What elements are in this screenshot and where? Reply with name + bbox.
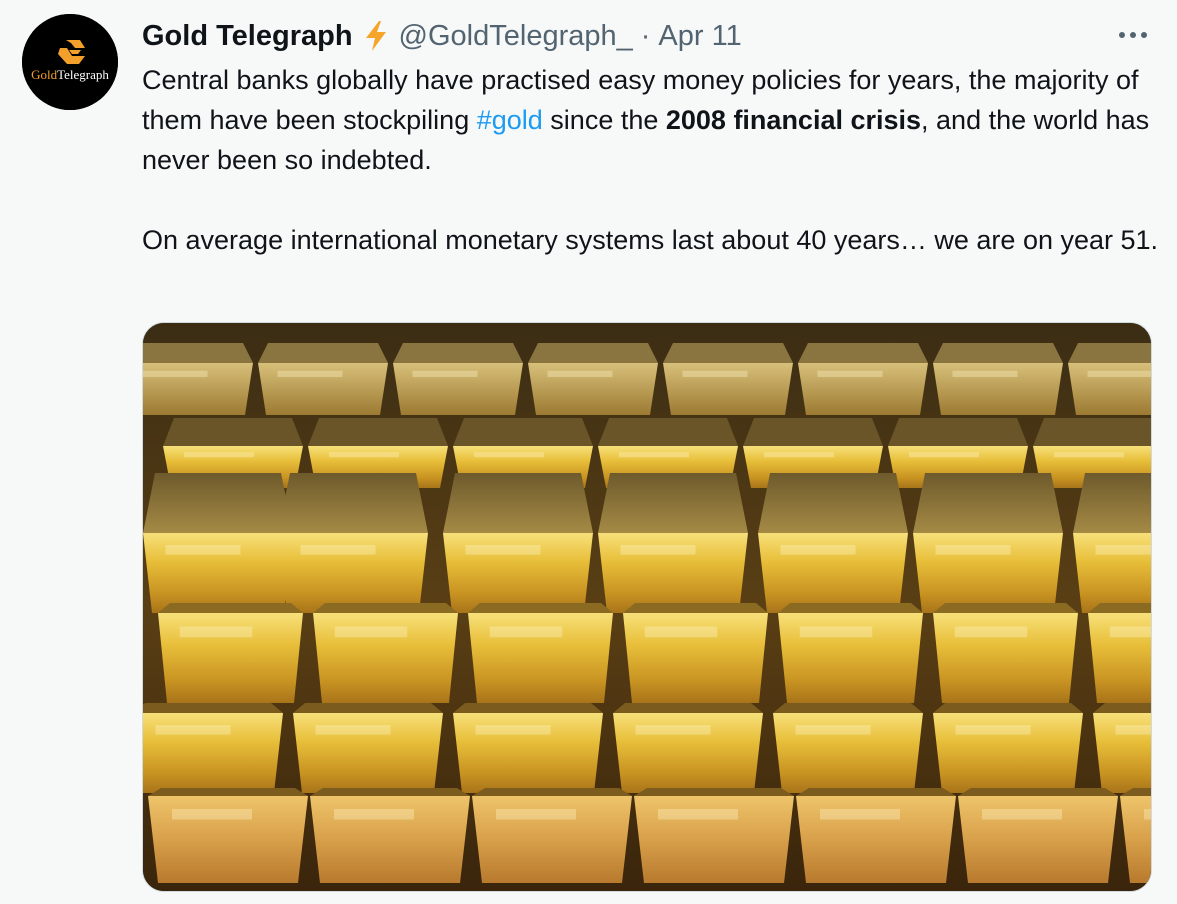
gold-bar (623, 603, 768, 703)
author-handle[interactable]: @GoldTelegraph_ (399, 18, 633, 54)
gold-bar (453, 703, 603, 793)
gold-bar (310, 788, 470, 883)
tweet-date[interactable]: Apr 11 (658, 18, 741, 54)
header-separator: · (640, 20, 651, 52)
gold-bar (958, 788, 1118, 883)
gold-telegraph-logo: GoldTelegraph (22, 14, 118, 110)
gold-bar (143, 343, 253, 415)
gold-bar (933, 703, 1083, 793)
gold-bars-photo (143, 323, 1151, 891)
tweet-text-segment: since the (542, 105, 666, 135)
gold-bar (1068, 343, 1151, 415)
gold-bar (1093, 703, 1151, 793)
gold-bar (472, 788, 632, 883)
gold-bar (293, 703, 443, 793)
gold-bar (1088, 603, 1151, 703)
gold-bar (758, 473, 908, 613)
gold-bar (143, 473, 293, 613)
gold-bar (796, 788, 956, 883)
tweet[interactable]: GoldTelegraph Gold Telegraph @GoldTelegr… (0, 0, 1177, 904)
gold-bar (528, 343, 658, 415)
author-name[interactable]: Gold Telegraph (142, 18, 353, 54)
gold-bar (663, 343, 793, 415)
gold-bar (148, 788, 308, 883)
tweet-header: Gold Telegraph @GoldTelegraph_ · Apr 11 (142, 18, 742, 54)
tweet-paragraph-1: Central banks globally have practised ea… (142, 60, 1162, 180)
gold-bar (313, 603, 458, 703)
tweet-paragraph-2: On average international monetary system… (142, 225, 1159, 255)
gold-bar (798, 343, 928, 415)
gold-bar (258, 343, 388, 415)
gold-bar (613, 703, 763, 793)
gold-bar (158, 603, 303, 703)
gold-bar (278, 473, 428, 613)
gold-bar (468, 603, 613, 703)
gold-bar (778, 603, 923, 703)
gold-bar (773, 703, 923, 793)
svg-text:GoldTelegraph: GoldTelegraph (31, 67, 109, 82)
gold-bar (393, 343, 523, 415)
more-icon[interactable] (1113, 20, 1153, 50)
bold-text: 2008 financial crisis (665, 105, 922, 135)
tweet-photo[interactable] (142, 322, 1152, 892)
gold-bar (933, 603, 1078, 703)
gold-bar (1073, 473, 1151, 613)
gold-bar (933, 343, 1063, 415)
gold-bar (143, 703, 283, 793)
avatar[interactable]: GoldTelegraph (22, 14, 118, 110)
hashtag-link[interactable]: #gold (477, 105, 543, 135)
gold-bar (913, 473, 1063, 613)
tweet-text: Central banks globally have practised ea… (142, 60, 1162, 260)
gold-bar (634, 788, 794, 883)
gold-bar (443, 473, 593, 613)
lightning-bolt-icon (363, 20, 389, 52)
gold-bar (598, 473, 748, 613)
